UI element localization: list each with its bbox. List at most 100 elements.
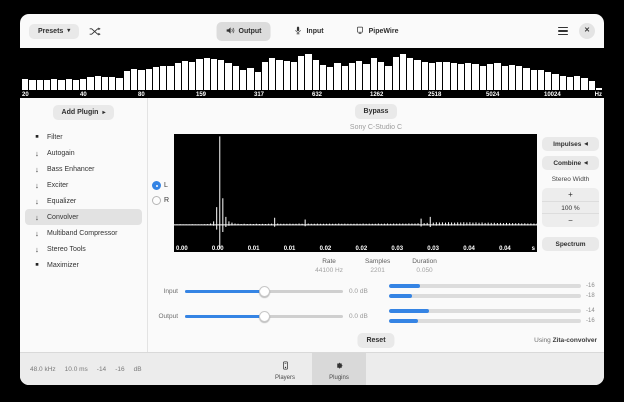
spectrum-bar	[327, 67, 333, 90]
puzzle-icon	[335, 358, 344, 373]
plugin-sidebar: Add Plugin ▸ ■Filter↓Autogain↓Bass Enhan…	[20, 98, 148, 352]
spectrum-bar	[538, 70, 544, 90]
square-icon: ■	[33, 262, 41, 269]
stereo-width-label: Stereo Width	[542, 176, 599, 183]
input-level-row: Input 0.0 dB -16 -18	[148, 283, 604, 299]
status-bar: 48.0 kHz 10.0 ms -14 -16 dB PlayersPlugi…	[20, 352, 604, 385]
sidebar-item-filter[interactable]: ■Filter	[25, 129, 142, 145]
impulse-info-row: Rate 44100 Hz Samples 2201 Duration 0.05…	[148, 258, 604, 274]
shuffle-button[interactable]	[85, 22, 105, 41]
spectrum-bar	[581, 78, 587, 90]
sidebar-item-label: Filter	[47, 134, 63, 141]
sidebar-item-convolver[interactable]: ↓Convolver	[25, 209, 142, 225]
spectrum-bar	[247, 68, 253, 90]
radio-icon	[152, 196, 161, 205]
close-icon: ✕	[584, 27, 590, 34]
add-plugin-button[interactable]: Add Plugin ▸	[53, 105, 115, 120]
sidebar-item-multiband-compressor[interactable]: ↓Multiband Compressor	[25, 225, 142, 241]
shuffle-icon	[89, 24, 101, 39]
spectrum-bar	[429, 63, 435, 90]
bottom-tab-players[interactable]: Players	[258, 353, 312, 385]
spectrum-bar	[196, 59, 202, 90]
spectrum-bar	[313, 60, 319, 90]
spectrum-view-button[interactable]: Spectrum	[542, 237, 599, 251]
spectrum-bar	[44, 80, 50, 90]
channel-selector: LR	[148, 134, 174, 252]
header-right: ✕	[548, 23, 595, 39]
spectrum-bar	[225, 63, 231, 90]
spectrum-bar	[37, 80, 43, 90]
output-slider-handle[interactable]	[259, 311, 270, 322]
presets-button[interactable]: Presets ▾	[29, 24, 79, 39]
bottom-tabs: Players Plugins	[258, 353, 366, 385]
spectrum-bar	[480, 66, 486, 90]
output-meter-right	[389, 319, 581, 323]
sidebar-item-label: Stereo Tools	[47, 246, 86, 253]
chevron-right-icon: ▸	[102, 110, 105, 116]
spectrum-bar	[385, 66, 391, 90]
spectrum-bar	[276, 60, 282, 90]
spectrum-bar	[160, 66, 166, 90]
spectrum-bar	[509, 65, 515, 90]
sidebar-item-bass-enhancer[interactable]: ↓Bass Enhancer	[25, 161, 142, 177]
channel-radio-l[interactable]: L	[152, 181, 174, 190]
time-tick-label: 0.04	[463, 246, 475, 252]
tab-output[interactable]: Output	[217, 22, 271, 41]
spectrum-bar	[320, 65, 326, 90]
spectrum-bar	[378, 62, 384, 90]
level-right-db: -16	[115, 366, 124, 373]
channel-radio-r[interactable]: R	[152, 196, 174, 205]
down-arrow-icon: ↓	[33, 166, 41, 173]
spectrum-bar	[218, 60, 224, 90]
sidebar-item-equalizer[interactable]: ↓Equalizer	[25, 193, 142, 209]
bottom-tab-plugins[interactable]: Plugins	[312, 353, 366, 385]
spectrum-bar	[393, 57, 399, 90]
spectrum-bar	[545, 72, 551, 90]
spectrum-bar	[371, 58, 377, 90]
time-tick-label: 0.01	[284, 246, 296, 252]
menu-button[interactable]	[554, 25, 572, 38]
spectrum-bar	[436, 62, 442, 90]
impulses-button[interactable]: Impulses ◀	[542, 137, 599, 151]
players-icon	[281, 358, 290, 373]
spectrum-bar	[29, 80, 35, 90]
spectrum-bar	[73, 80, 79, 90]
tab-label: Output	[239, 28, 262, 35]
desktop-background: Presets ▾ Output Input PipeWire ✕ 20408015…	[0, 0, 624, 402]
output-gain-slider[interactable]	[185, 310, 343, 322]
time-tick-label: 0.00	[212, 246, 224, 252]
sidebar-item-exciter[interactable]: ↓Exciter	[25, 177, 142, 193]
bypass-button[interactable]: Bypass	[355, 104, 398, 119]
stereo-width-spinner: + 100 % −	[542, 188, 599, 227]
reset-button[interactable]: Reset	[357, 333, 394, 348]
output-meter-left	[389, 309, 581, 313]
sidebar-item-autogain[interactable]: ↓Autogain	[25, 145, 142, 161]
sidebar-item-label: Convolver	[47, 214, 79, 221]
spectrum-bar	[95, 76, 101, 90]
spectrum-bar	[443, 62, 449, 90]
stereo-width-decrease-button[interactable]: −	[542, 214, 599, 227]
tab-pipewire[interactable]: PipeWire	[347, 22, 408, 41]
sidebar-item-maximizer[interactable]: ■ Maximizer	[25, 257, 142, 273]
spectrum-bars	[22, 50, 602, 90]
down-arrow-icon: ↓	[33, 246, 41, 253]
channel-label: L	[164, 182, 168, 189]
bottom-tab-label: Players	[275, 375, 295, 381]
hamburger-icon	[558, 27, 568, 36]
stereo-width-increase-button[interactable]: +	[542, 188, 599, 201]
close-button[interactable]: ✕	[579, 23, 595, 39]
plugin-list: ■Filter↓Autogain↓Bass Enhancer↓Exciter↓E…	[20, 129, 147, 273]
input-slider-handle[interactable]	[259, 286, 270, 297]
output-spectrum-chart: 20408015931763212622518502410024Hz	[20, 48, 604, 98]
sidebar-item-label: Autogain	[47, 150, 75, 157]
screen-icon	[356, 26, 365, 37]
rate-info: Rate 44100 Hz	[315, 258, 343, 274]
latency-value: 10.0 ms	[65, 366, 88, 373]
input-gain-slider[interactable]	[185, 285, 343, 297]
sidebar-item-label: Maximizer	[47, 262, 79, 269]
combine-button[interactable]: Combine ◀	[542, 156, 599, 170]
input-meter-right-db: -18	[586, 293, 600, 299]
spectrum-bar	[305, 54, 311, 90]
sidebar-item-stereo-tools[interactable]: ↓ Stereo Tools	[25, 241, 142, 257]
tab-input[interactable]: Input	[284, 22, 332, 41]
